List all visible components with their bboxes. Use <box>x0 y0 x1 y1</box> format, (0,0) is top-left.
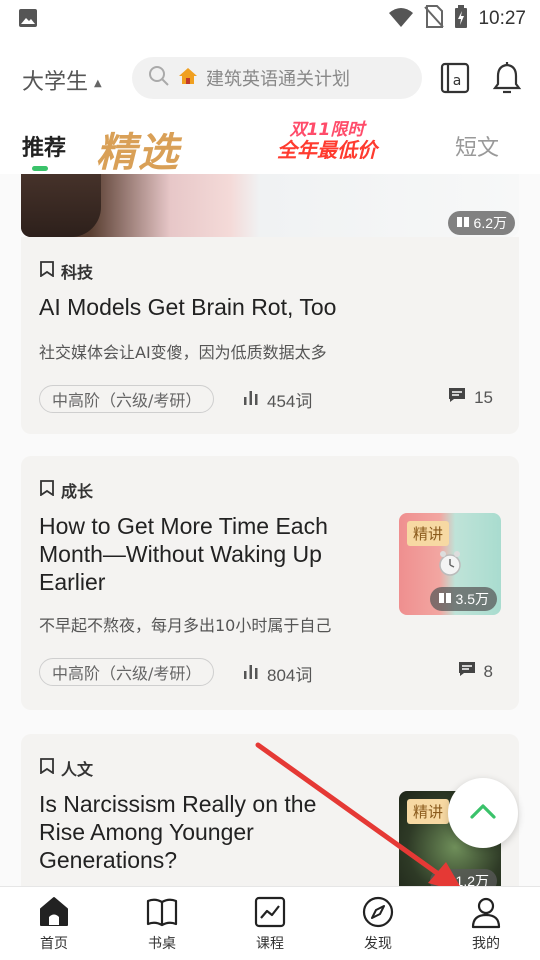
article-feed[interactable]: 6.2万 科技 AI Models Get Brain Rot, Too 社交媒… <box>0 174 540 886</box>
top-header: 大学生 ▲ 建筑英语通关计划 a <box>0 52 540 106</box>
article-card[interactable]: 成长 How to Get More Time Each Month—Witho… <box>21 456 519 710</box>
grade-label: 大学生 <box>22 70 89 95</box>
read-count-badge: 1.2万 <box>429 869 497 886</box>
vocabulary-book-button[interactable]: a <box>440 62 472 96</box>
nav-home[interactable]: 首页 <box>14 895 94 953</box>
article-cover-image <box>21 174 519 237</box>
level-tag: 中高阶（六级/考研） <box>39 658 215 686</box>
person-icon <box>446 895 526 929</box>
search-placeholder: 建筑英语通关计划 <box>206 69 350 90</box>
no-sim-icon <box>424 5 445 33</box>
house-icon <box>178 66 198 90</box>
category-tabs: 推荐 精选 双11限时 全年最低价 短文 <box>0 118 540 176</box>
article-category: 科技 <box>39 259 93 283</box>
wifi-icon <box>388 6 414 32</box>
nav-discover[interactable]: 发现 <box>338 895 418 953</box>
bookmark-icon <box>39 480 55 500</box>
home-icon <box>14 895 94 929</box>
bottom-navigation: 首页 书桌 课程 发现 我的 <box>0 886 540 960</box>
bar-chart-icon <box>243 389 259 410</box>
article-thumbnail: 精讲 3.5万 <box>399 513 501 615</box>
alarm-clock-icon <box>435 549 465 583</box>
active-tab-indicator <box>32 166 48 171</box>
promo-line2: 全年最低价 <box>277 137 377 162</box>
read-count-badge: 3.5万 <box>429 587 497 611</box>
compass-icon <box>338 895 418 929</box>
book-icon <box>122 895 202 929</box>
article-card[interactable]: 人文 Is Narcissism Really on the Rise Amon… <box>21 734 519 886</box>
comment-icon <box>448 387 466 408</box>
nav-desk[interactable]: 书桌 <box>122 895 202 953</box>
svg-text:a: a <box>453 73 462 89</box>
nav-courses[interactable]: 课程 <box>230 895 310 953</box>
article-title: AI Models Get Brain Rot, Too <box>39 294 337 320</box>
grade-selector[interactable]: 大学生 ▲ <box>22 64 102 96</box>
gallery-icon <box>18 8 38 32</box>
article-title: Is Narcissism Really on the Rise Among Y… <box>39 791 317 873</box>
nav-profile[interactable]: 我的 <box>446 895 526 953</box>
bookmark-icon <box>39 758 55 778</box>
jingjiang-tag: 精讲 <box>407 521 450 546</box>
tab-promo-banner[interactable]: 双11限时 全年最低价 <box>262 121 392 162</box>
word-count: 454词 <box>243 387 312 412</box>
comment-count: 15 <box>448 387 493 408</box>
book-open-icon <box>456 215 470 231</box>
article-card-partial[interactable]: 6.2万 <box>21 174 519 237</box>
bookmark-icon <box>39 261 55 281</box>
comment-icon <box>458 661 476 682</box>
article-category: 人文 <box>39 756 93 780</box>
article-card[interactable]: 科技 AI Models Get Brain Rot, Too 社交媒体会让AI… <box>21 237 519 434</box>
tab-featured[interactable]: 精选 <box>96 120 180 178</box>
bar-chart-icon <box>243 663 259 684</box>
level-tag: 中高阶（六级/考研） <box>39 385 215 413</box>
book-open-icon <box>438 873 452 886</box>
tab-short-articles[interactable]: 短文 <box>455 130 499 162</box>
chevron-up-icon <box>469 802 497 824</box>
battery-icon <box>454 5 468 33</box>
caret-down-icon: ▲ <box>94 77 102 89</box>
article-title: How to Get More Time Each Month—Without … <box>39 513 328 595</box>
scroll-to-top-button[interactable] <box>448 778 518 848</box>
book-open-icon <box>438 591 452 607</box>
search-icon <box>148 65 170 91</box>
word-count: 804词 <box>243 661 312 686</box>
tab-recommend[interactable]: 推荐 <box>22 130 66 162</box>
clock-time: 10:27 <box>478 8 526 29</box>
status-bar: 10:27 <box>0 0 540 38</box>
article-subtitle: 不早起不熬夜，每月多出10小时属于自己 <box>39 616 332 635</box>
read-count-badge: 6.2万 <box>447 211 515 235</box>
article-subtitle: 社交媒体会让AI变傻，因为低质数据太多 <box>39 343 327 362</box>
bell-icon[interactable] <box>492 62 524 96</box>
comment-count: 8 <box>458 661 493 682</box>
jingjiang-tag: 精讲 <box>407 799 450 824</box>
course-icon <box>230 895 310 929</box>
article-category: 成长 <box>39 478 93 502</box>
search-bar[interactable]: 建筑英语通关计划 <box>132 57 422 99</box>
